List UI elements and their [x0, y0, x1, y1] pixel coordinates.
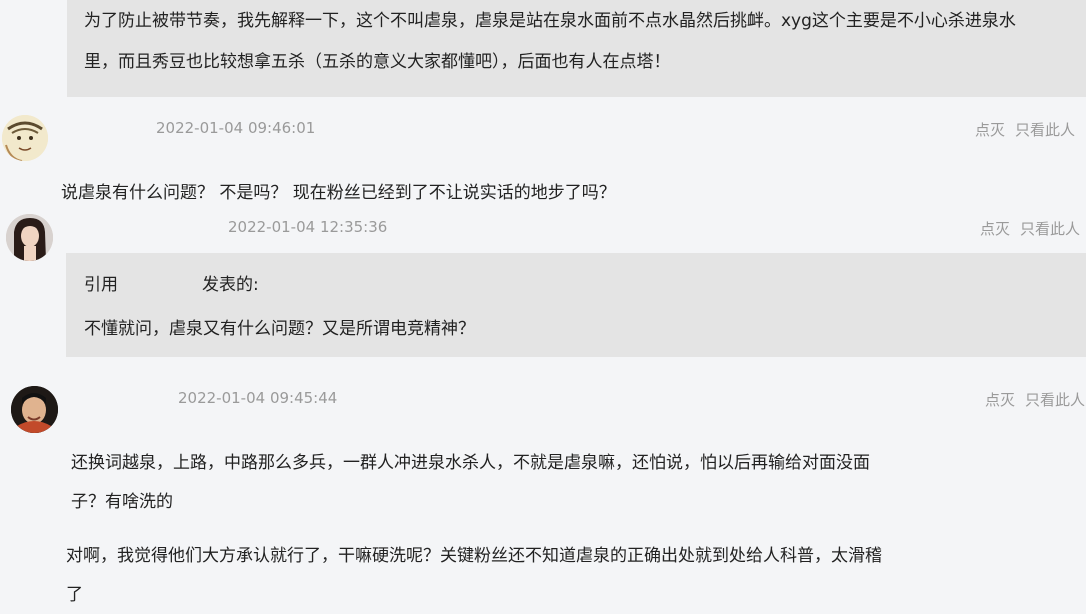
avatar-man-icon — [11, 386, 58, 433]
post-timestamp: 2022-01-04 09:46:01 — [156, 119, 316, 137]
avatar[interactable] — [2, 115, 48, 161]
avatar-sketch-icon — [2, 115, 48, 161]
quote-block: 引用 发表的: 不懂就问，虐泉又有什么问题？又是所谓电竞精神？ — [66, 253, 1086, 357]
post-actions: 点灭 只看此人 — [975, 119, 1075, 140]
only-this-user-button[interactable]: 只看此人 — [1015, 121, 1075, 139]
avatar[interactable] — [6, 214, 53, 261]
post-timestamp: 2022-01-04 12:35:36 — [228, 218, 388, 236]
only-this-user-button[interactable]: 只看此人 — [1025, 391, 1085, 409]
reply-content: 对啊，我觉得他们大方承认就行了，干嘛硬洗呢？关键粉丝还不知道虐泉的正确出处就到处… — [66, 546, 882, 566]
only-this-user-button[interactable]: 只看此人 — [1020, 220, 1080, 238]
reply-content: 了 — [66, 585, 83, 605]
post-actions: 点灭 只看此人 — [985, 389, 1085, 410]
post-content: 说虐泉有什么问题？ 不是吗？ 现在粉丝已经到了不让说实话的地步了吗？ — [61, 183, 616, 203]
hide-button[interactable]: 点灭 — [980, 220, 1010, 238]
quote-suffix: 发表的: — [202, 275, 259, 295]
comment-thread: 为了防止被带节奏，我先解释一下，这个不叫虐泉，虐泉是站在泉水面前不点水晶然后挑衅… — [0, 0, 1086, 614]
post-timestamp: 2022-01-04 09:45:44 — [178, 389, 338, 407]
quote-text: 不懂就问，虐泉又有什么问题？又是所谓电竞精神？ — [84, 319, 475, 339]
quote-block-top: 为了防止被带节奏，我先解释一下，这个不叫虐泉，虐泉是站在泉水面前不点水晶然后挑衅… — [67, 0, 1086, 97]
post-content: 还换词越泉，上路，中路那么多兵，一群人冲进泉水杀人，不就是虐泉嘛，还怕说，怕以后… — [71, 453, 870, 473]
quote-prefix: 引用 — [84, 275, 118, 295]
avatar-woman-icon — [6, 214, 53, 261]
avatar[interactable] — [11, 386, 58, 433]
hide-button[interactable]: 点灭 — [975, 121, 1005, 139]
post-actions: 点灭 只看此人 — [980, 218, 1080, 239]
quote-line: 里，而且秀豆也比较想拿五杀（五杀的意义大家都懂吧），后面也有人在点塔！ — [84, 52, 671, 72]
hide-button[interactable]: 点灭 — [985, 391, 1015, 409]
quote-citation: 引用 发表的: — [84, 270, 343, 295]
post-content: 子？有啥洗的 — [71, 492, 173, 512]
quote-line: 为了防止被带节奏，我先解释一下，这个不叫虐泉，虐泉是站在泉水面前不点水晶然后挑衅… — [84, 11, 1016, 31]
